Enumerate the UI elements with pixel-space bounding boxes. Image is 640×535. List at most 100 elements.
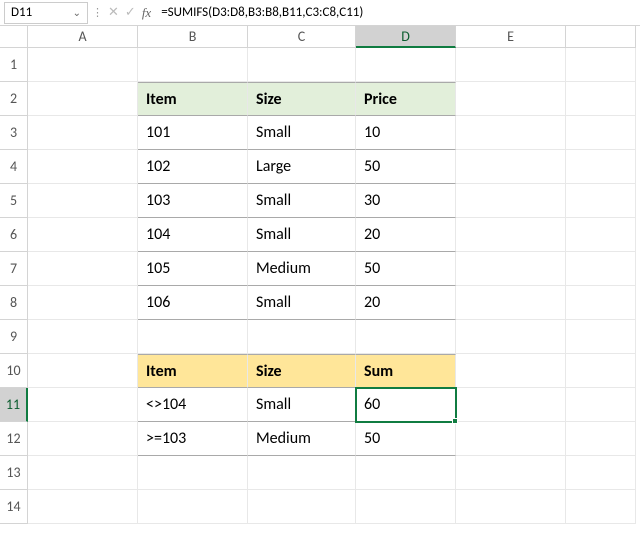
cell[interactable]: [456, 184, 566, 218]
row-header[interactable]: 11: [0, 388, 28, 422]
table2-header-size[interactable]: Size: [248, 354, 356, 388]
row-header[interactable]: 9: [0, 320, 28, 354]
cell[interactable]: [566, 184, 636, 218]
cell[interactable]: [28, 320, 138, 354]
cell[interactable]: [248, 320, 356, 354]
table1-cell[interactable]: 105: [138, 252, 248, 286]
cell[interactable]: [456, 116, 566, 150]
table1-cell[interactable]: 50: [356, 252, 456, 286]
table2-header-sum[interactable]: Sum: [356, 354, 456, 388]
cell[interactable]: [356, 456, 456, 490]
cell[interactable]: [28, 150, 138, 184]
row-header[interactable]: 2: [0, 82, 28, 116]
cell[interactable]: [456, 150, 566, 184]
table2-cell[interactable]: Small: [248, 388, 356, 422]
row-header[interactable]: 5: [0, 184, 28, 218]
chevron-down-icon[interactable]: ⌄: [73, 6, 81, 19]
cell[interactable]: [28, 82, 138, 116]
table1-cell[interactable]: 102: [138, 150, 248, 184]
cell[interactable]: [28, 422, 138, 456]
confirm-icon[interactable]: ✓: [125, 5, 136, 20]
cell[interactable]: [28, 388, 138, 422]
table1-cell[interactable]: 101: [138, 116, 248, 150]
table1-cell[interactable]: 50: [356, 150, 456, 184]
cancel-icon[interactable]: ✕: [108, 5, 119, 20]
row-header[interactable]: 13: [0, 456, 28, 490]
cell[interactable]: [28, 490, 138, 524]
col-header-D[interactable]: D: [356, 26, 456, 48]
table1-cell[interactable]: Small: [248, 116, 356, 150]
table2-cell[interactable]: >=103: [138, 422, 248, 456]
table1-cell[interactable]: Large: [248, 150, 356, 184]
cell[interactable]: [456, 218, 566, 252]
cell[interactable]: [456, 456, 566, 490]
table2-cell[interactable]: Medium: [248, 422, 356, 456]
formula-input[interactable]: [157, 2, 636, 24]
col-header-B[interactable]: B: [138, 26, 248, 48]
name-box[interactable]: D11 ⌄: [4, 2, 88, 24]
table1-cell[interactable]: 20: [356, 218, 456, 252]
fill-handle[interactable]: [452, 418, 458, 424]
cell[interactable]: [248, 456, 356, 490]
cell[interactable]: [28, 354, 138, 388]
table1-cell[interactable]: Small: [248, 286, 356, 320]
table1-cell[interactable]: 106: [138, 286, 248, 320]
row-header[interactable]: 10: [0, 354, 28, 388]
cell[interactable]: [248, 48, 356, 82]
col-header-E[interactable]: E: [456, 26, 566, 48]
col-header-C[interactable]: C: [248, 26, 356, 48]
table1-cell[interactable]: 20: [356, 286, 456, 320]
cell[interactable]: [566, 286, 636, 320]
cell[interactable]: [138, 320, 248, 354]
cell[interactable]: [566, 320, 636, 354]
cell[interactable]: [28, 218, 138, 252]
col-header-blank[interactable]: [566, 26, 636, 48]
table1-header-size[interactable]: Size: [248, 82, 356, 116]
cell[interactable]: [456, 48, 566, 82]
table1-cell[interactable]: 103: [138, 184, 248, 218]
table1-cell[interactable]: 104: [138, 218, 248, 252]
cell[interactable]: [566, 388, 636, 422]
cell[interactable]: [248, 490, 356, 524]
cell[interactable]: [138, 456, 248, 490]
cell[interactable]: [456, 286, 566, 320]
cell[interactable]: [456, 422, 566, 456]
cell[interactable]: [28, 252, 138, 286]
cell[interactable]: [566, 116, 636, 150]
table1-header-price[interactable]: Price: [356, 82, 456, 116]
cell[interactable]: [566, 150, 636, 184]
cell[interactable]: [566, 48, 636, 82]
table1-cell[interactable]: 10: [356, 116, 456, 150]
col-header-A[interactable]: A: [28, 26, 138, 48]
cell[interactable]: [566, 354, 636, 388]
row-header[interactable]: 8: [0, 286, 28, 320]
table1-cell[interactable]: Medium: [248, 252, 356, 286]
table2-header-item[interactable]: Item: [138, 354, 248, 388]
table1-cell[interactable]: 30: [356, 184, 456, 218]
select-all-corner[interactable]: [0, 26, 28, 48]
cell[interactable]: [28, 116, 138, 150]
cell[interactable]: [566, 422, 636, 456]
row-header[interactable]: 6: [0, 218, 28, 252]
table1-header-item[interactable]: Item: [138, 82, 248, 116]
row-header[interactable]: 7: [0, 252, 28, 286]
selected-cell[interactable]: 60: [356, 388, 456, 422]
table2-cell[interactable]: 50: [356, 422, 456, 456]
cell[interactable]: [456, 490, 566, 524]
row-header[interactable]: 12: [0, 422, 28, 456]
cell[interactable]: [456, 82, 566, 116]
cell[interactable]: [566, 218, 636, 252]
cell[interactable]: [356, 490, 456, 524]
cell[interactable]: [138, 490, 248, 524]
cell[interactable]: [566, 82, 636, 116]
menu-dots-icon[interactable]: ⋮: [92, 6, 102, 19]
fx-icon[interactable]: fx: [142, 5, 151, 21]
cell[interactable]: [456, 354, 566, 388]
table1-cell[interactable]: Small: [248, 218, 356, 252]
cell[interactable]: [456, 388, 566, 422]
cell[interactable]: [566, 456, 636, 490]
cell[interactable]: [356, 48, 456, 82]
cell[interactable]: [28, 286, 138, 320]
cell[interactable]: [138, 48, 248, 82]
cell[interactable]: [28, 456, 138, 490]
